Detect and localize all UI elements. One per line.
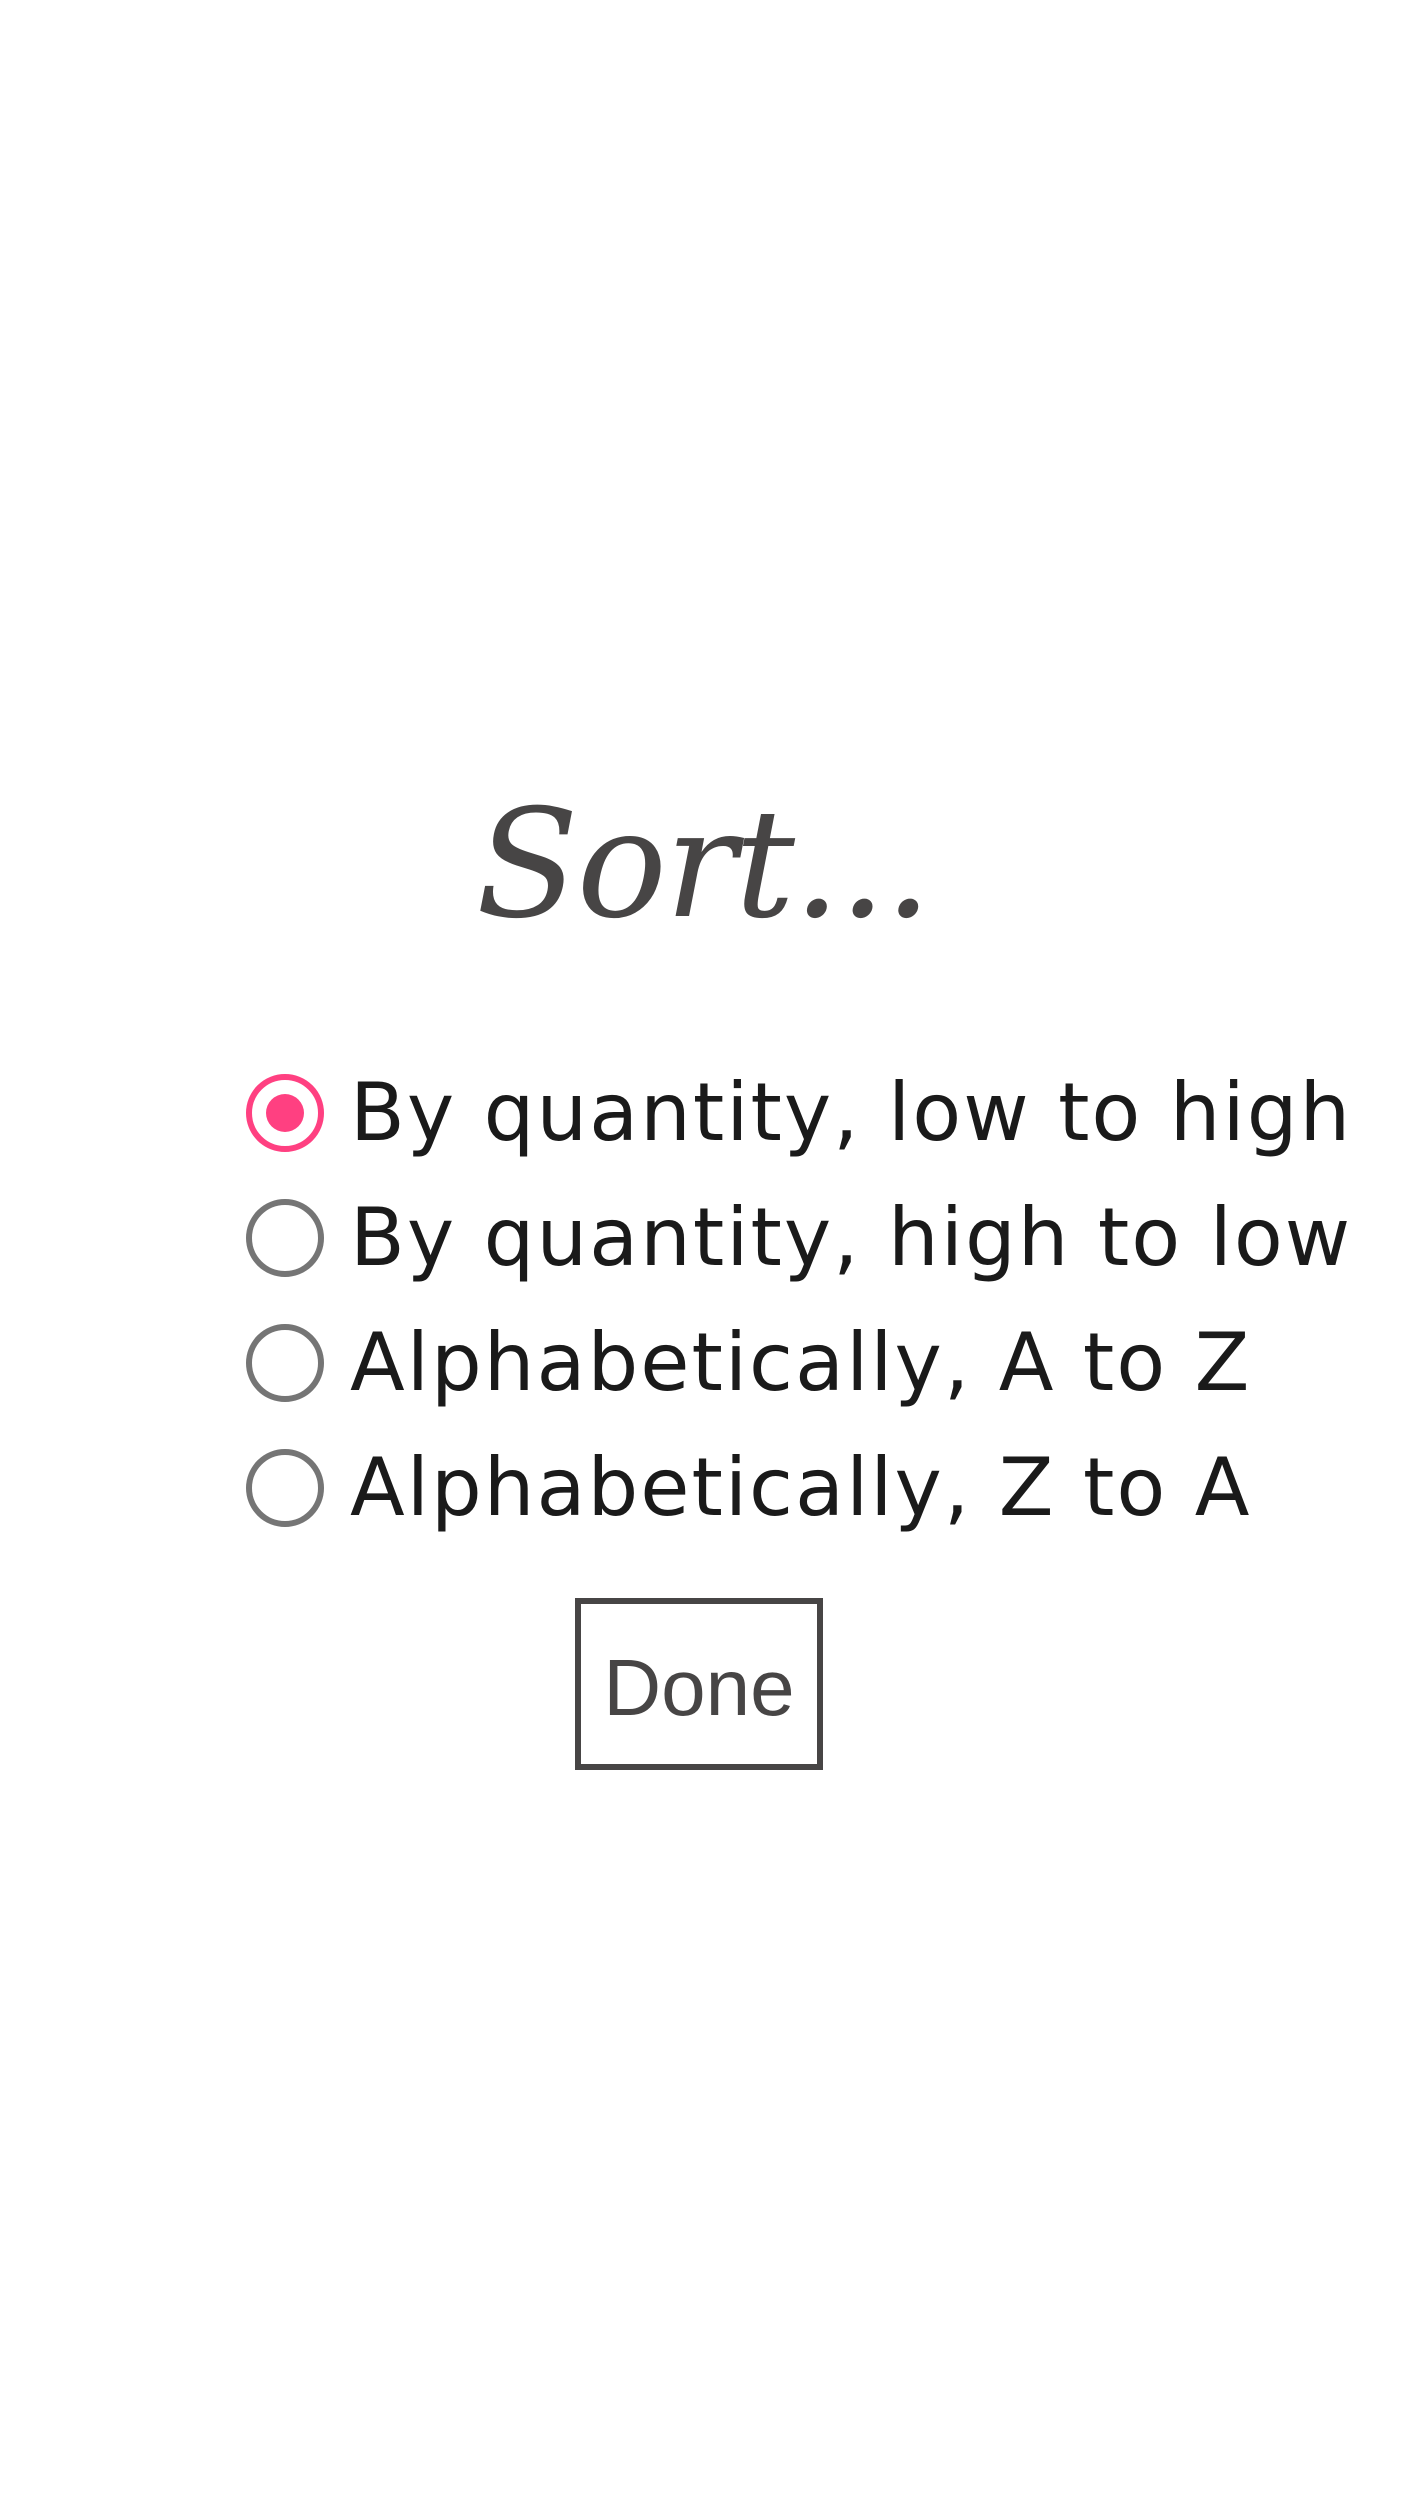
sort-option-quantity-high-to-low[interactable]: By quantity, high to low	[246, 1175, 1350, 1300]
sort-option-label: By quantity, low to high	[350, 1065, 1353, 1159]
radio-button-unchecked[interactable]	[246, 1198, 324, 1277]
radio-button-checked[interactable]	[246, 1073, 324, 1152]
radio-button-unchecked[interactable]	[246, 1448, 324, 1527]
done-button[interactable]: Done	[575, 1598, 823, 1770]
dialog-title: Sort...	[475, 778, 932, 952]
sort-options-radio-group: By quantity, low to high By quantity, hi…	[246, 1050, 1350, 1550]
sort-option-alphabetical-a-to-z[interactable]: Alphabetically, A to Z	[246, 1300, 1249, 1425]
radio-button-unchecked[interactable]	[246, 1323, 324, 1402]
sort-option-quantity-low-to-high[interactable]: By quantity, low to high	[246, 1050, 1350, 1175]
sort-option-label: By quantity, high to low	[350, 1190, 1353, 1284]
radio-checked-dot	[266, 1093, 304, 1132]
sort-option-alphabetical-z-to-a[interactable]: Alphabetically, Z to A	[246, 1425, 1249, 1550]
sort-option-label: Alphabetically, Z to A	[350, 1440, 1252, 1534]
sort-option-label: Alphabetically, A to Z	[350, 1315, 1252, 1409]
